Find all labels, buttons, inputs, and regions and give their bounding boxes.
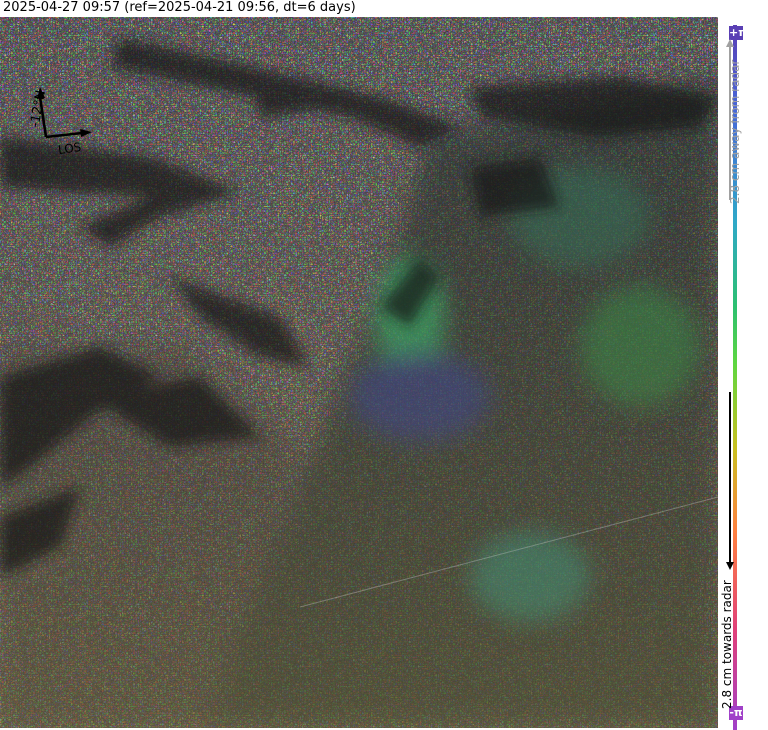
colorbar-top-symbol: +π <box>729 26 747 40</box>
north-label: -12°N <box>28 89 49 129</box>
los-label: LOS <box>57 140 82 157</box>
colorbar: +π -π 2.8 cm away from radar 2.8 cm towa… <box>718 17 768 730</box>
away-from-radar-label: 2.8 cm away from radar <box>728 59 742 204</box>
compass-icon: -12°N LOS <box>28 87 92 157</box>
image-title: 2025-04-27 09:57 (ref=2025-04-21 09:56, … <box>3 0 356 15</box>
towards-arrow-icon <box>729 392 731 562</box>
away-arrowhead-icon <box>726 39 734 47</box>
towards-radar-label: 2.8 cm towards radar <box>720 580 734 709</box>
towards-arrowhead-icon <box>726 562 734 570</box>
interferogram-image: -12°N LOS <box>0 17 718 728</box>
